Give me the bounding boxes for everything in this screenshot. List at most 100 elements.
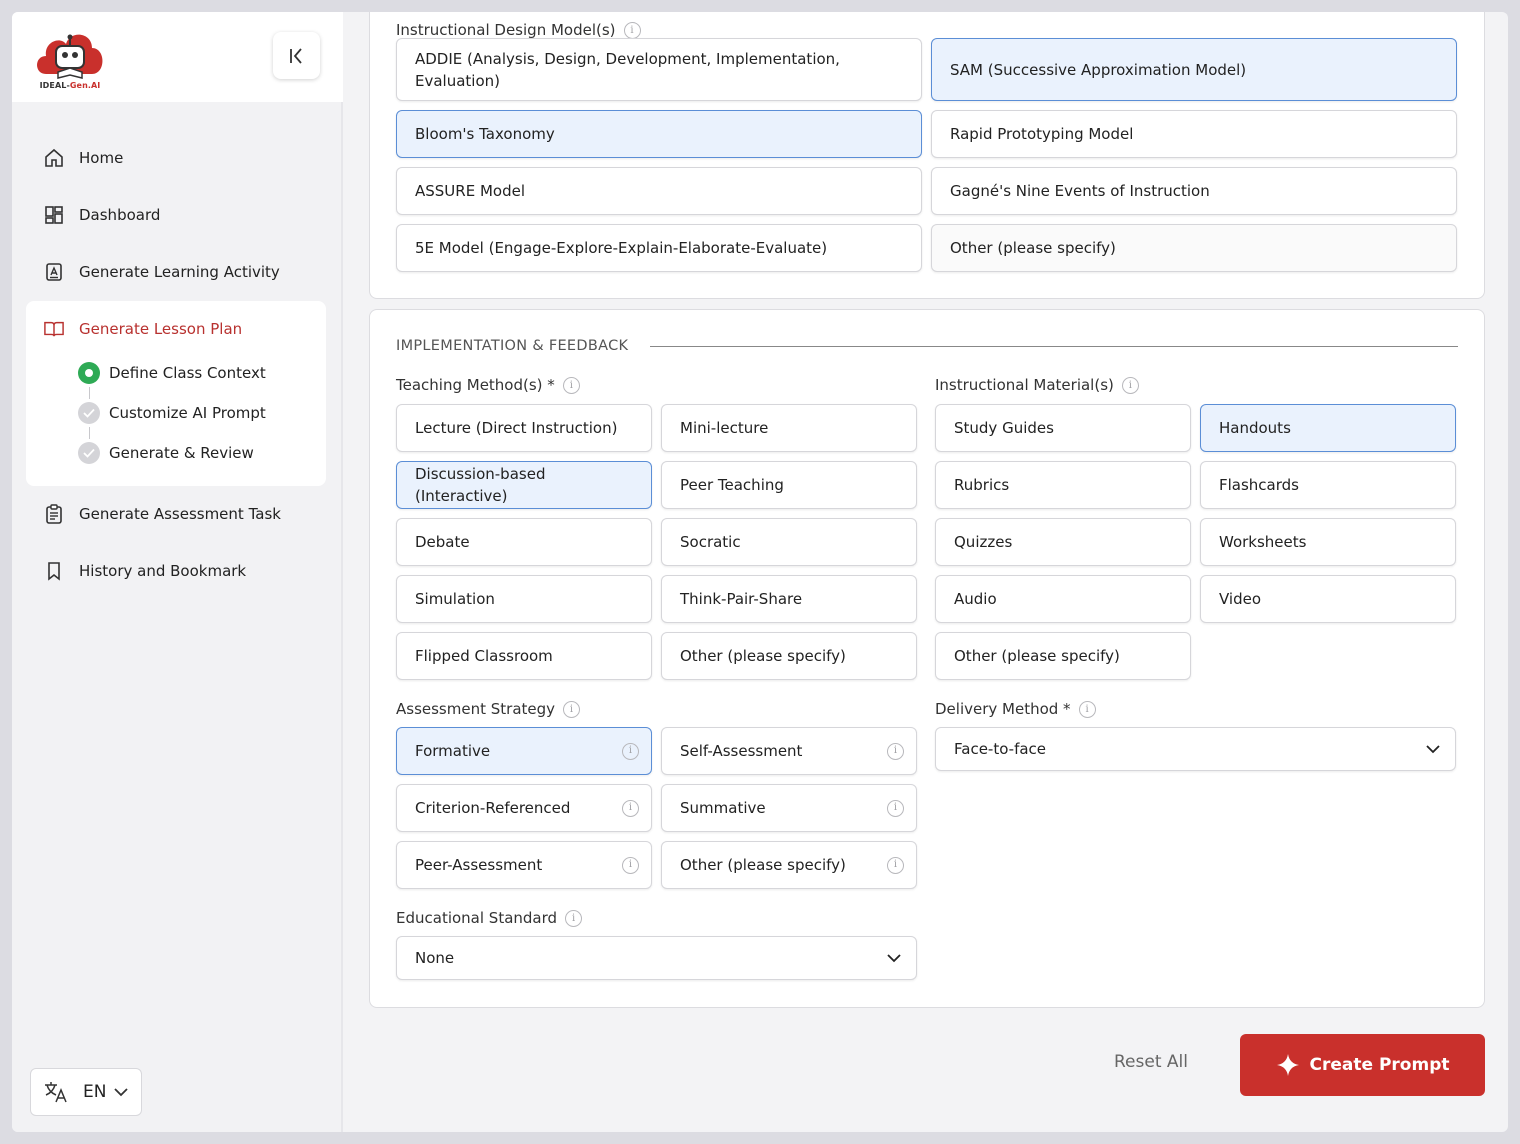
nav-generate-lesson-plan[interactable]: Generate Lesson Plan	[26, 307, 326, 351]
step-generate-review[interactable]: Generate & Review	[78, 441, 254, 465]
option-label: Lecture (Direct Instruction)	[415, 419, 618, 437]
sidebar: IDEAL-Gen.AI Home Dashboard Generate Lea…	[12, 12, 343, 1132]
option-video[interactable]: Video	[1200, 575, 1456, 623]
option-label: Gagné's Nine Events of Instruction	[950, 182, 1210, 200]
dashboard-icon	[44, 205, 64, 225]
option-label: Other (please specify)	[954, 647, 1120, 665]
step-customize-ai-prompt[interactable]: Customize AI Prompt	[78, 401, 266, 425]
info-icon[interactable]: i	[622, 799, 639, 817]
option-other-assessment[interactable]: Other (please specify) i	[661, 841, 917, 889]
nav-generate-learning-activity[interactable]: Generate Learning Activity	[26, 250, 326, 294]
step-active-icon	[78, 362, 100, 384]
option-5e-model[interactable]: 5E Model (Engage-Explore-Explain-Elabora…	[396, 224, 922, 272]
info-icon[interactable]: i	[562, 376, 580, 394]
delivery-method-select[interactable]: Face-to-face	[935, 727, 1456, 771]
translate-icon	[45, 1082, 67, 1103]
step-label: Define Class Context	[109, 364, 266, 382]
option-assure[interactable]: ASSURE Model	[396, 167, 922, 215]
option-label: Criterion-Referenced	[415, 799, 571, 817]
option-lecture[interactable]: Lecture (Direct Instruction)	[396, 404, 652, 452]
delivery-method-value: Face-to-face	[954, 740, 1047, 758]
option-peer-teaching[interactable]: Peer Teaching	[661, 461, 917, 509]
language-selector[interactable]: EN	[30, 1068, 142, 1116]
option-label: Formative	[415, 742, 491, 760]
section-title: IMPLEMENTATION & FEEDBACK	[396, 338, 629, 354]
info-icon[interactable]: i	[563, 700, 581, 718]
option-discussion[interactable]: Discussion-based (Interactive)	[396, 461, 652, 509]
info-icon[interactable]: i	[887, 799, 904, 817]
option-formative[interactable]: Formative i	[396, 727, 652, 775]
educational-standard-label: Educational Standard i	[396, 909, 583, 927]
info-icon[interactable]: i	[1078, 700, 1096, 718]
option-other-teaching[interactable]: Other (please specify)	[661, 632, 917, 680]
nav-generate-assessment-task[interactable]: Generate Assessment Task	[26, 492, 326, 536]
info-icon[interactable]: i	[623, 21, 641, 39]
chevron-down-icon	[887, 954, 901, 963]
chevron-down-icon	[114, 1087, 129, 1096]
option-criterion-referenced[interactable]: Criterion-Referenced i	[396, 784, 652, 832]
info-icon[interactable]: i	[887, 856, 904, 874]
option-rubrics[interactable]: Rubrics	[935, 461, 1191, 509]
sparkle-icon	[1276, 1054, 1299, 1076]
section-divider	[650, 346, 1458, 347]
option-label: Discussion-based (Interactive)	[415, 465, 546, 505]
nav-home-label: Home	[79, 149, 124, 167]
option-summative[interactable]: Summative i	[661, 784, 917, 832]
option-self-assessment[interactable]: Self-Assessment i	[661, 727, 917, 775]
step-define-class-context[interactable]: Define Class Context	[78, 361, 266, 385]
book-open-icon	[44, 319, 64, 339]
sidebar-header: IDEAL-Gen.AI	[12, 12, 343, 102]
option-flashcards[interactable]: Flashcards	[1200, 461, 1456, 509]
create-prompt-button[interactable]: Create Prompt	[1240, 1034, 1485, 1096]
bookmark-icon	[44, 561, 64, 581]
option-label: Peer Teaching	[680, 476, 784, 494]
step-label: Customize AI Prompt	[109, 404, 266, 422]
option-addie[interactable]: ADDIE (Analysis, Design, Development, Im…	[396, 38, 922, 101]
option-label: Socratic	[680, 533, 741, 551]
option-sam[interactable]: SAM (Successive Approximation Model)	[931, 38, 1457, 101]
nav-history-and-bookmark[interactable]: History and Bookmark	[26, 549, 326, 593]
option-other-material[interactable]: Other (please specify)	[935, 632, 1191, 680]
nav-history-label: History and Bookmark	[79, 562, 247, 580]
option-label: Bloom's Taxonomy	[415, 125, 555, 143]
app-window: IDEAL-Gen.AI Home Dashboard Generate Lea…	[12, 12, 1508, 1132]
reset-all-button[interactable]: Reset All	[1114, 1052, 1188, 1072]
step-label: Generate & Review	[109, 444, 254, 462]
educational-standard-select[interactable]: None	[396, 936, 917, 980]
option-think-pair-share[interactable]: Think-Pair-Share	[661, 575, 917, 623]
activity-icon	[44, 262, 64, 282]
option-mini-lecture[interactable]: Mini-lecture	[661, 404, 917, 452]
info-icon[interactable]: i	[887, 742, 904, 760]
home-icon	[44, 148, 64, 168]
option-rapid-prototyping[interactable]: Rapid Prototyping Model	[931, 110, 1457, 158]
info-icon[interactable]: i	[622, 742, 639, 760]
option-other-design[interactable]: Other (please specify)	[931, 224, 1457, 272]
option-simulation[interactable]: Simulation	[396, 575, 652, 623]
option-socratic[interactable]: Socratic	[661, 518, 917, 566]
option-study-guides[interactable]: Study Guides	[935, 404, 1191, 452]
option-label: Simulation	[415, 590, 495, 608]
option-handouts[interactable]: Handouts	[1200, 404, 1456, 452]
nav-dashboard[interactable]: Dashboard	[26, 193, 326, 237]
option-label: Rubrics	[954, 476, 1010, 494]
option-debate[interactable]: Debate	[396, 518, 652, 566]
option-label: Summative	[680, 799, 766, 817]
info-icon[interactable]: i	[565, 909, 583, 927]
option-flipped-classroom[interactable]: Flipped Classroom	[396, 632, 652, 680]
educational-standard-value: None	[415, 949, 455, 967]
option-peer-assessment[interactable]: Peer-Assessment i	[396, 841, 652, 889]
option-audio[interactable]: Audio	[935, 575, 1191, 623]
option-label: ADDIE (Analysis, Design, Development, Im…	[415, 49, 840, 90]
info-icon[interactable]: i	[1121, 376, 1139, 394]
option-quizzes[interactable]: Quizzes	[935, 518, 1191, 566]
language-label: EN	[83, 1082, 107, 1102]
nav-home[interactable]: Home	[26, 136, 326, 180]
option-blooms-taxonomy[interactable]: Bloom's Taxonomy	[396, 110, 922, 158]
info-icon[interactable]: i	[622, 856, 639, 874]
logo[interactable]: IDEAL-Gen.AI	[32, 24, 108, 92]
option-gagne[interactable]: Gagné's Nine Events of Instruction	[931, 167, 1457, 215]
material-label: Instructional Material(s) i	[935, 376, 1139, 394]
collapse-sidebar-button[interactable]	[273, 32, 320, 79]
option-worksheets[interactable]: Worksheets	[1200, 518, 1456, 566]
option-label: Other (please specify)	[680, 647, 846, 665]
